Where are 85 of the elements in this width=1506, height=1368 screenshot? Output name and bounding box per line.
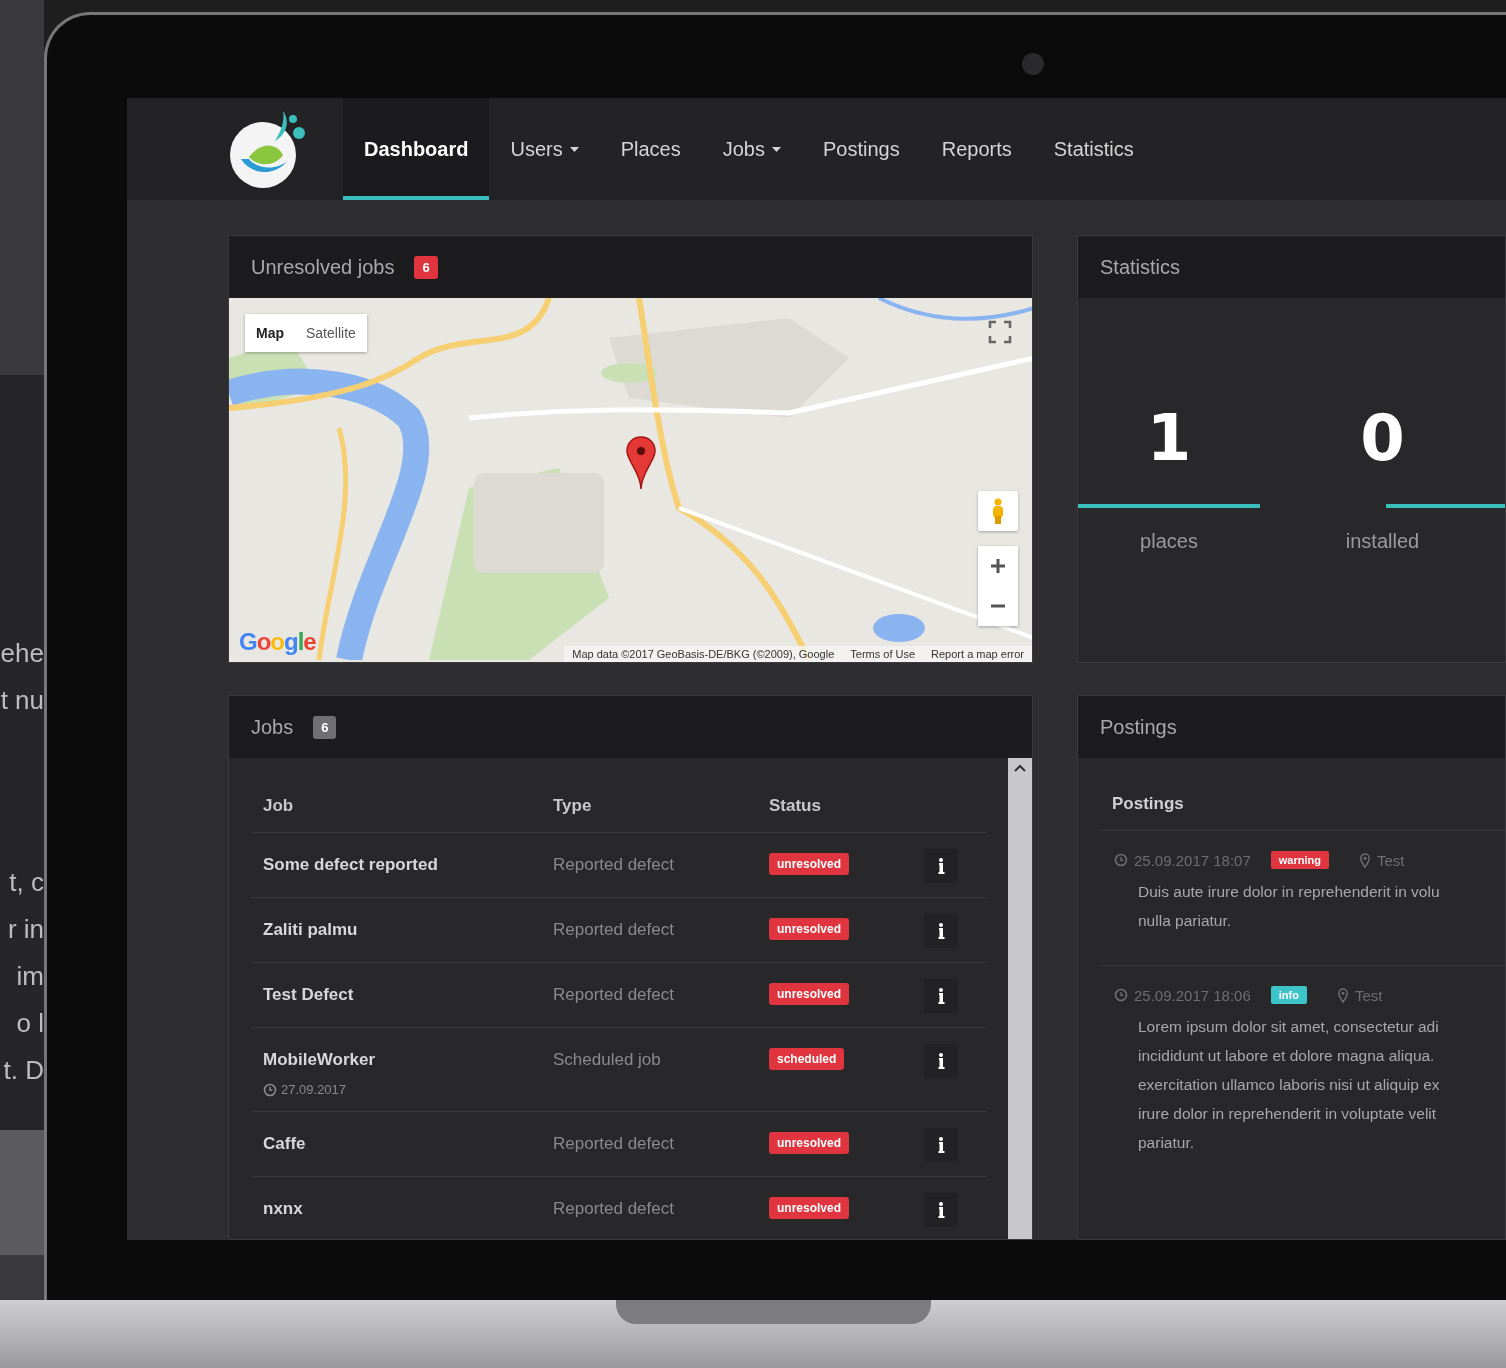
column-header: Job: [263, 796, 295, 816]
job-type: Reported defect: [553, 1199, 675, 1219]
info-icon: [937, 923, 945, 939]
info-icon: [937, 858, 945, 874]
nav-item[interactable]: Dashboard: [343, 98, 490, 200]
background-text: t nu: [0, 684, 44, 717]
camera-icon: [1022, 53, 1044, 75]
background-text: o l: [16, 1007, 44, 1040]
posting-text: Duis aute irure dolor in reprehenderit in volu nulla pariatur.: [1138, 882, 1441, 931]
stat-value: 0: [1360, 400, 1405, 476]
job-type: Reported defect: [553, 985, 675, 1005]
job-name: MobileWorker: [263, 1050, 377, 1070]
posting-text: Lorem ipsum dolor sit amet, consectetur adi incididunt ut labore et dolore magna aliqua. exercitation ullamco laboris nisi ut aliquip ex irure dolor in reprehenderit in voluptate velit pariatur.: [1138, 1017, 1441, 1153]
job-type: Reported defect: [553, 1134, 675, 1154]
job-type: Reported defect: [553, 855, 675, 875]
posting-date: 25.09.2017 18:07: [1134, 851, 1251, 869]
nav-item[interactable]: Users: [489, 98, 600, 200]
info-button[interactable]: [924, 979, 958, 1013]
panel-title: Unresolved jobs: [251, 255, 395, 279]
count-badge: 6: [414, 255, 438, 279]
info-button[interactable]: [924, 914, 958, 948]
fullscreen-icon: [988, 320, 1012, 344]
status-badge: unresolved: [769, 983, 850, 1005]
info-icon: [937, 1202, 945, 1218]
map-type-button[interactable]: Map: [245, 314, 295, 352]
clock-icon: [263, 1082, 277, 1097]
background-text: t, c: [9, 866, 44, 899]
figure-icon: [990, 498, 1006, 524]
job-type: Scheduled job: [553, 1050, 662, 1070]
nav-item[interactable]: Jobs: [701, 98, 802, 200]
status-badge: unresolved: [769, 853, 850, 875]
posting-tag: warning: [1270, 851, 1329, 869]
job-date: 27.09.2017: [281, 1082, 347, 1097]
status-badge: unresolved: [769, 1197, 850, 1219]
stat-label: places: [1140, 530, 1198, 553]
posting-tag: info: [1270, 986, 1307, 1004]
job-name: Test Defect: [263, 985, 355, 1005]
map-link[interactable]: Report a map error: [931, 648, 1024, 660]
info-button[interactable]: [924, 1044, 958, 1078]
info-button[interactable]: [924, 1128, 958, 1162]
nav-item[interactable]: Postings: [802, 98, 921, 200]
nav-item[interactable]: Statistics: [1032, 98, 1155, 200]
job-name: nxnx: [263, 1199, 304, 1219]
pin-icon: [1358, 852, 1371, 868]
panel-title: Jobs: [251, 715, 294, 739]
info-icon: [937, 1137, 945, 1153]
column-header: Status: [769, 796, 822, 816]
map-link[interactable]: Terms of Use: [850, 648, 916, 660]
background-text: im: [16, 960, 44, 993]
info-icon: [937, 988, 945, 1004]
info-button[interactable]: [924, 1193, 958, 1227]
nav-item[interactable]: Reports: [920, 98, 1033, 200]
info-button[interactable]: [924, 849, 958, 883]
pin-icon: [1336, 987, 1349, 1003]
posting-location: Test: [1376, 851, 1405, 869]
posting-location: Test: [1354, 986, 1383, 1004]
job-name: Zaliti palmu: [263, 920, 359, 940]
job-type: Reported defect: [553, 920, 675, 940]
status-badge: unresolved: [769, 1132, 850, 1154]
map-attribution: Map data ©2017 GeoBasis-DE/BKG (©2009), Google: [572, 648, 835, 660]
status-badge: unresolved: [769, 918, 850, 940]
info-icon: [937, 1053, 945, 1069]
zoom-in-button[interactable]: [978, 546, 1018, 586]
nav-item[interactable]: Places: [599, 98, 702, 200]
stat-value: 1: [1146, 400, 1192, 476]
postings-heading: Postings: [1100, 784, 1505, 831]
clock-icon: [1114, 988, 1128, 1002]
minus-icon: [991, 604, 1005, 608]
column-header: Type: [553, 796, 593, 816]
posting-date: 25.09.2017 18:06: [1134, 986, 1251, 1004]
panel-title: Statistics: [1100, 255, 1181, 279]
clock-icon: [1114, 853, 1128, 867]
map-pin-icon: [625, 436, 657, 491]
map-type-button[interactable]: Satellite: [295, 314, 367, 352]
map-logo: Google: [239, 628, 316, 656]
background-text: ehe: [0, 637, 44, 670]
background-text: r in: [7, 913, 44, 946]
panel-title: Postings: [1100, 715, 1177, 739]
job-name: Some defect reported: [263, 855, 439, 875]
stat-label: installed: [1345, 530, 1420, 553]
status-badge: scheduled: [769, 1048, 845, 1070]
background-text: t. D: [3, 1054, 44, 1087]
count-badge: 6: [313, 715, 337, 739]
job-name: Caffe: [263, 1134, 307, 1154]
plus-icon: [991, 559, 1005, 573]
